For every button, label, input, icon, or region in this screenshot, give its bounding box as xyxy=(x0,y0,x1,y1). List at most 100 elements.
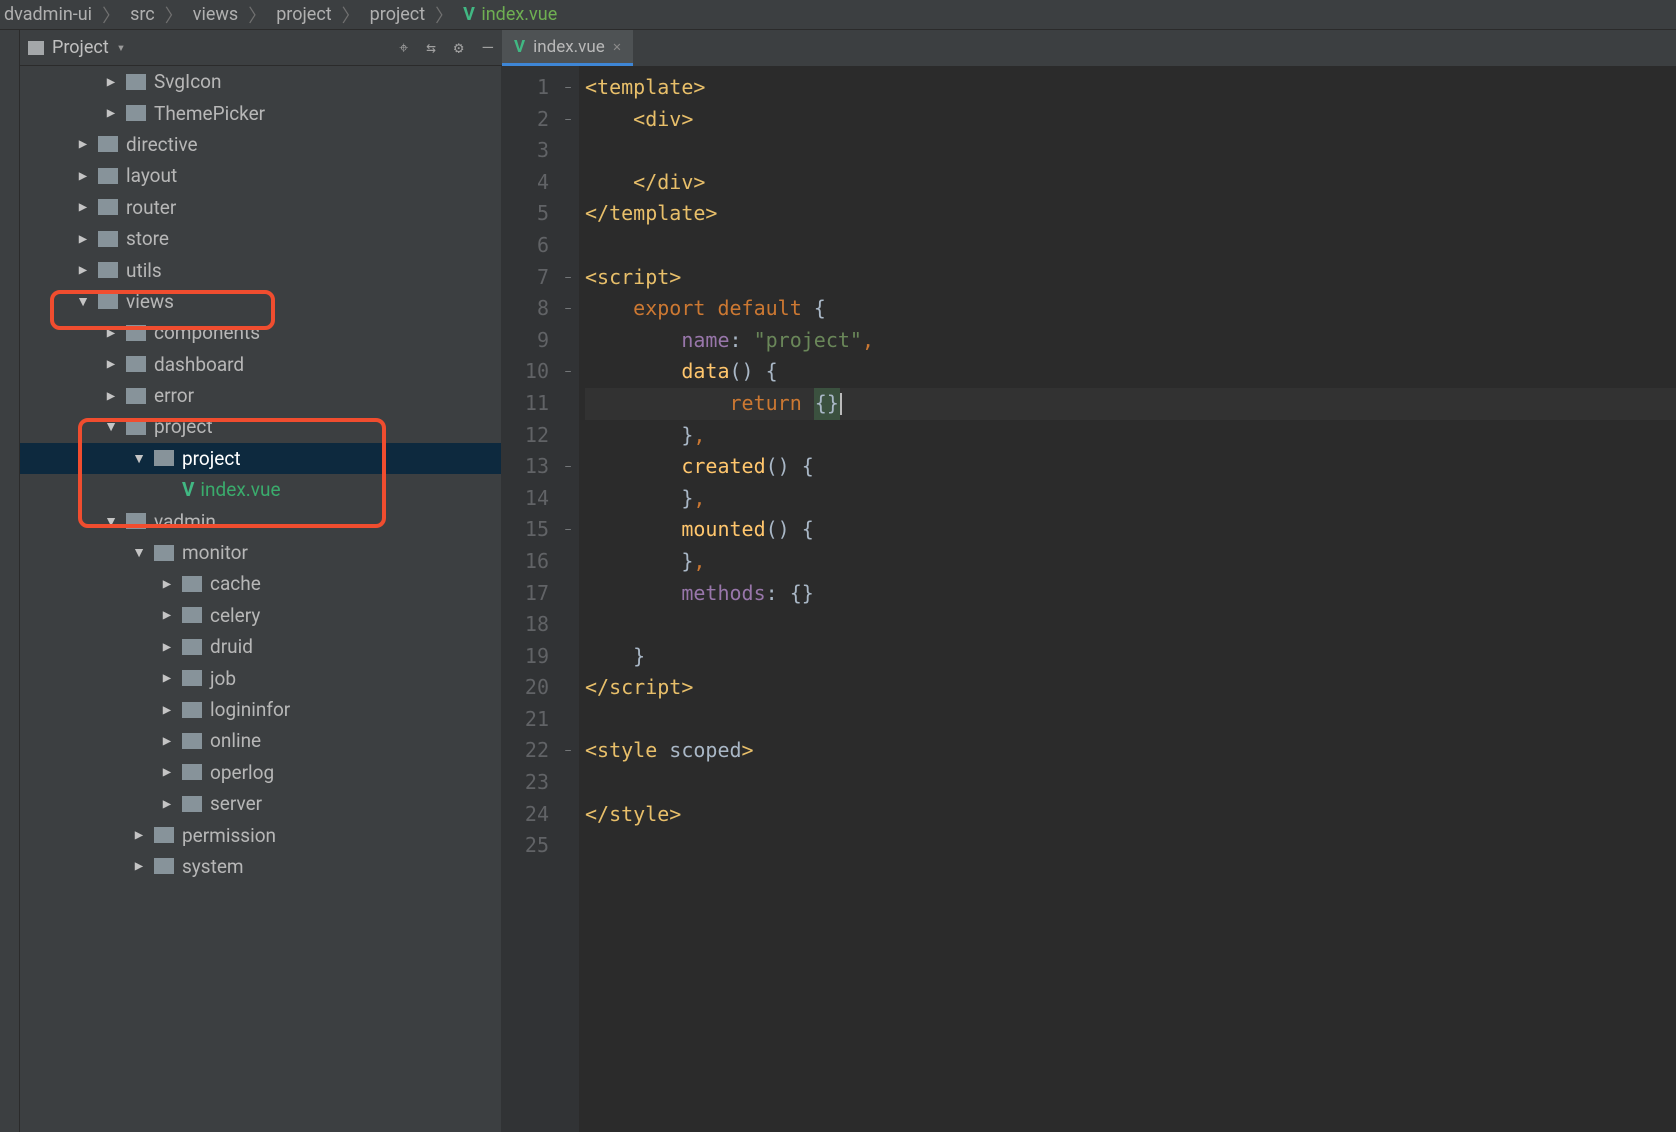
chevron-right-icon[interactable]: ▶ xyxy=(104,388,118,404)
line-number[interactable]: 3 xyxy=(502,135,549,167)
code-line[interactable] xyxy=(585,830,1676,862)
line-number[interactable]: 6 xyxy=(502,230,549,262)
line-number[interactable]: 17 xyxy=(502,578,549,610)
chevron-right-icon[interactable]: ▶ xyxy=(76,168,90,184)
tree-folder[interactable]: ▶error xyxy=(20,380,501,411)
chevron-right-icon[interactable]: ▶ xyxy=(104,105,118,121)
line-number[interactable]: 14 xyxy=(502,483,549,515)
chevron-right-icon[interactable]: ▶ xyxy=(76,199,90,215)
line-number[interactable]: 12 xyxy=(502,420,549,452)
code-line[interactable] xyxy=(585,135,1676,167)
tree-folder[interactable]: ▶cache xyxy=(20,568,501,599)
chevron-right-icon[interactable]: ▶ xyxy=(132,827,146,843)
line-number[interactable]: 5 xyxy=(502,198,549,230)
breadcrumb-item[interactable]: src xyxy=(130,4,155,25)
line-number[interactable]: 22 xyxy=(502,735,549,767)
tree-folder[interactable]: ▼views xyxy=(20,286,501,317)
tree-folder[interactable]: ▶druid xyxy=(20,631,501,662)
chevron-right-icon[interactable]: ▶ xyxy=(132,858,146,874)
tree-file[interactable]: ▶Vindex.vue xyxy=(20,474,501,505)
line-number[interactable]: 18 xyxy=(502,609,549,641)
fold-toggle-icon[interactable]: − xyxy=(557,735,579,767)
chevron-right-icon[interactable]: ▶ xyxy=(160,702,174,718)
breadcrumb[interactable]: dvadmin-ui〉src〉views〉project〉project〉V i… xyxy=(0,0,1676,30)
tree-folder[interactable]: ▼vadmin xyxy=(20,505,501,536)
code-line[interactable]: methods: {} xyxy=(585,578,1676,610)
line-number[interactable]: 24 xyxy=(502,799,549,831)
chevron-down-icon[interactable]: ▼ xyxy=(104,513,118,530)
tree-folder[interactable]: ▶server xyxy=(20,788,501,819)
tree-folder[interactable]: ▶layout xyxy=(20,160,501,191)
code-area[interactable]: 1234567891011121314151617181920212223242… xyxy=(502,66,1676,1132)
line-number[interactable]: 8 xyxy=(502,293,549,325)
code-line[interactable]: }, xyxy=(585,420,1676,452)
tree-folder[interactable]: ▼monitor xyxy=(20,537,501,568)
line-number[interactable]: 13 xyxy=(502,451,549,483)
chevron-down-icon[interactable]: ▼ xyxy=(76,293,90,310)
chevron-down-icon[interactable]: ▼ xyxy=(132,450,146,467)
code-line[interactable]: }, xyxy=(585,546,1676,578)
code-line[interactable]: </div> xyxy=(585,167,1676,199)
project-tree[interactable]: ▶SvgIcon▶ThemePicker▶directive▶layout▶ro… xyxy=(20,66,502,1132)
code-line[interactable]: } xyxy=(585,641,1676,673)
chevron-right-icon[interactable]: ▶ xyxy=(104,356,118,372)
code-line[interactable] xyxy=(585,609,1676,641)
code-line[interactable] xyxy=(585,767,1676,799)
breadcrumb-item[interactable]: views xyxy=(193,4,238,25)
close-icon[interactable]: ✕ xyxy=(613,39,621,55)
chevron-right-icon[interactable]: ▶ xyxy=(160,639,174,655)
code-line[interactable] xyxy=(585,230,1676,262)
line-number[interactable]: 11 xyxy=(502,388,549,420)
chevron-right-icon[interactable]: ▶ xyxy=(160,796,174,812)
tree-folder[interactable]: ▶router xyxy=(20,192,501,223)
fold-toggle-icon[interactable]: − xyxy=(557,514,579,546)
gear-icon[interactable]: ⚙ xyxy=(454,38,464,57)
chevron-right-icon[interactable]: ▶ xyxy=(76,262,90,278)
line-number[interactable]: 9 xyxy=(502,325,549,357)
fold-toggle-icon[interactable]: − xyxy=(557,293,579,325)
chevron-down-icon[interactable]: ▼ xyxy=(104,418,118,435)
line-number[interactable]: 19 xyxy=(502,641,549,673)
line-number[interactable]: 2 xyxy=(502,104,549,136)
line-number[interactable]: 16 xyxy=(502,546,549,578)
code-line[interactable]: mounted() { xyxy=(585,514,1676,546)
tree-folder[interactable]: ▶online xyxy=(20,725,501,756)
code-line[interactable]: }, xyxy=(585,483,1676,515)
tree-folder[interactable]: ▶components xyxy=(20,317,501,348)
tree-folder[interactable]: ▶celery xyxy=(20,600,501,631)
collapse-icon[interactable]: ⇆ xyxy=(426,38,436,57)
chevron-right-icon[interactable]: ▶ xyxy=(76,136,90,152)
line-number[interactable]: 20 xyxy=(502,672,549,704)
tree-folder[interactable]: ▶operlog xyxy=(20,757,501,788)
line-number[interactable]: 4 xyxy=(502,167,549,199)
tree-folder[interactable]: ▶utils xyxy=(20,254,501,285)
tree-folder[interactable]: ▶SvgIcon xyxy=(20,66,501,97)
code-line[interactable]: <style scoped> xyxy=(585,735,1676,767)
chevron-right-icon[interactable]: ▶ xyxy=(104,325,118,341)
editor-tabbar[interactable]: V index.vue ✕ xyxy=(502,30,1676,66)
fold-toggle-icon[interactable]: − xyxy=(557,356,579,388)
breadcrumb-item[interactable]: project xyxy=(370,4,425,25)
code-line[interactable]: </style> xyxy=(585,799,1676,831)
breadcrumb-item[interactable]: project xyxy=(276,4,331,25)
code-line[interactable]: name: "project", xyxy=(585,325,1676,357)
tree-folder[interactable]: ▶permission xyxy=(20,819,501,850)
tab-index-vue[interactable]: V index.vue ✕ xyxy=(502,30,633,66)
tree-folder[interactable]: ▶dashboard xyxy=(20,349,501,380)
breadcrumb-item[interactable]: dvadmin-ui xyxy=(4,4,92,25)
tree-folder[interactable]: ▶logininfor xyxy=(20,694,501,725)
breadcrumb-file[interactable]: index.vue xyxy=(481,4,557,25)
locate-icon[interactable]: ⌖ xyxy=(399,38,408,58)
code-line[interactable]: </script> xyxy=(585,672,1676,704)
chevron-right-icon[interactable]: ▶ xyxy=(160,576,174,592)
chevron-right-icon[interactable]: ▶ xyxy=(160,607,174,623)
tree-folder[interactable]: ▼project xyxy=(20,443,501,474)
project-tool-title[interactable]: Project ▾ xyxy=(28,37,125,58)
chevron-right-icon[interactable]: ▶ xyxy=(160,670,174,686)
fold-toggle-icon[interactable]: − xyxy=(557,104,579,136)
tree-folder[interactable]: ▶ThemePicker xyxy=(20,97,501,128)
chevron-right-icon[interactable]: ▶ xyxy=(160,733,174,749)
line-number[interactable]: 15 xyxy=(502,514,549,546)
code-line[interactable]: export default { xyxy=(585,293,1676,325)
chevron-right-icon[interactable]: ▶ xyxy=(76,231,90,247)
